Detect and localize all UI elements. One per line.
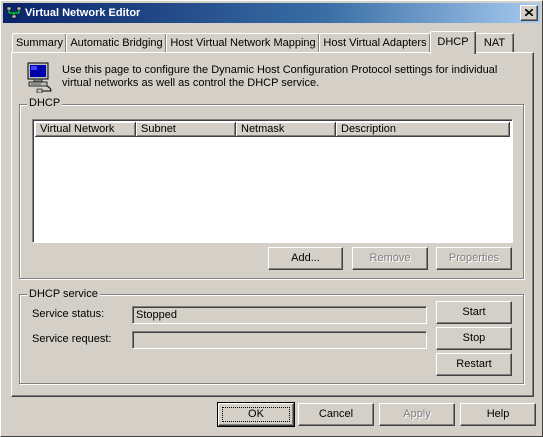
properties-button[interactable]: Properties: [436, 247, 512, 270]
network-icon: [6, 5, 22, 21]
window-title: Virtual Network Editor: [25, 7, 141, 19]
tab-host-virtual-adapters[interactable]: Host Virtual Adapters: [319, 33, 431, 53]
service-status-field: Stopped: [132, 306, 427, 324]
close-icon: [525, 9, 533, 16]
remove-button[interactable]: Remove: [352, 247, 428, 270]
dhcp-service-group-label: DHCP service: [27, 288, 100, 300]
tab-summary[interactable]: Summary: [12, 33, 67, 53]
intro-description: Use this page to configure the Dynamic H…: [62, 64, 498, 89]
service-request-label: Service request:: [32, 333, 112, 345]
dhcp-network-list[interactable]: Virtual Network Subnet Netmask Descripti…: [32, 119, 513, 243]
start-button[interactable]: Start: [436, 301, 512, 324]
tab-host-virtual-network-mapping[interactable]: Host Virtual Network Mapping: [166, 33, 320, 53]
ok-button-label: OK: [248, 408, 264, 420]
stop-button[interactable]: Stop: [436, 327, 512, 350]
apply-button[interactable]: Apply: [379, 403, 455, 426]
column-header-description[interactable]: Description: [336, 122, 510, 137]
column-header-virtual-network[interactable]: Virtual Network: [35, 122, 136, 137]
tab-nat[interactable]: NAT: [475, 33, 514, 53]
tab-automatic-bridging[interactable]: Automatic Bridging: [66, 33, 167, 53]
service-status-label: Service status:: [32, 308, 105, 320]
restart-button[interactable]: Restart: [436, 353, 512, 376]
close-button[interactable]: [520, 5, 538, 21]
column-header-netmask[interactable]: Netmask: [236, 122, 336, 137]
dhcp-group-label: DHCP: [27, 97, 63, 109]
help-button[interactable]: Help: [460, 403, 536, 426]
active-tab-join: [431, 51, 473, 54]
computer-network-icon: [25, 61, 53, 94]
title-bar[interactable]: Virtual Network Editor: [3, 3, 540, 23]
add-button[interactable]: Add...: [268, 247, 343, 270]
virtual-network-editor-window: Virtual Network Editor Summary Automatic…: [0, 0, 543, 437]
column-header-subnet[interactable]: Subnet: [136, 122, 236, 137]
service-request-field: [132, 331, 427, 349]
cancel-button[interactable]: Cancel: [298, 403, 374, 426]
ok-button[interactable]: OK: [217, 402, 295, 427]
